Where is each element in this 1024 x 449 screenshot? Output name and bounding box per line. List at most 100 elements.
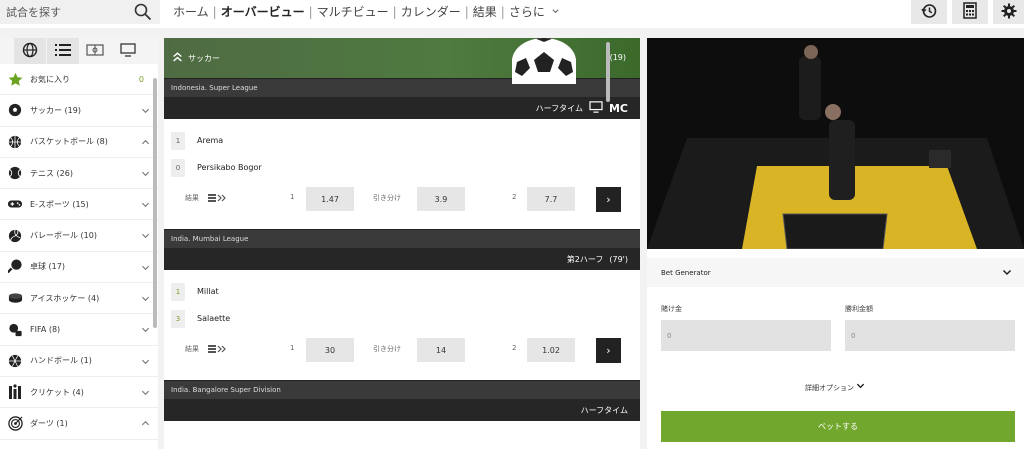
main-nav: ホーム | オーバービュー | マルチビュー | カレンダー | 結果 | さらに bbox=[170, 3, 563, 20]
sidebar-item-volleyball[interactable]: バレーボール (10) bbox=[0, 220, 158, 252]
chevron-down-icon[interactable] bbox=[548, 5, 563, 19]
team-score: 0 bbox=[171, 158, 185, 177]
sidebar-item-handball[interactable]: ハンドボール (1) bbox=[0, 346, 158, 377]
tab-field[interactable] bbox=[79, 38, 111, 64]
team-name: Millat bbox=[197, 287, 219, 296]
settings-button[interactable] bbox=[993, 0, 1024, 24]
team-name: Arema bbox=[197, 136, 224, 145]
draw-label: 引き分け bbox=[373, 345, 401, 353]
chevron-down-icon[interactable] bbox=[141, 294, 150, 305]
chevron-down-icon[interactable] bbox=[141, 357, 150, 368]
cricket-icon bbox=[6, 384, 24, 400]
stake-input[interactable]: 0 bbox=[661, 320, 831, 351]
sidebar-scrollbar[interactable] bbox=[153, 78, 157, 328]
team-name: Salaette bbox=[197, 314, 231, 323]
nav-calendar[interactable]: カレンダー bbox=[398, 3, 464, 20]
sidebar-item-fifa[interactable]: FIFA (8) bbox=[0, 314, 158, 346]
search-input[interactable]: 試合を探す bbox=[0, 0, 160, 24]
sidebar-item-basketball[interactable]: バスケットボール (8) bbox=[0, 127, 158, 158]
match-center-label[interactable]: MC bbox=[609, 102, 628, 115]
sidebar-item-darts[interactable]: ダーツ (1) bbox=[0, 408, 158, 440]
nav-results[interactable]: 結果 bbox=[470, 3, 500, 20]
sidebar-item-ice-hockey[interactable]: アイスホッケー (4) bbox=[0, 283, 158, 315]
team-row[interactable]: 3 Salaette bbox=[164, 305, 640, 332]
dartboard-icon bbox=[6, 416, 24, 431]
odds-button-draw[interactable]: 14 bbox=[417, 338, 465, 362]
chevron-up-icon[interactable] bbox=[141, 419, 150, 430]
tv-icon[interactable] bbox=[589, 101, 603, 115]
team-row[interactable]: 0 Persikabo Bogor bbox=[164, 154, 640, 181]
win-amount-field: 0 bbox=[845, 320, 1015, 351]
result-label: 結果 bbox=[185, 345, 199, 353]
team-row[interactable]: 1 Millat bbox=[164, 278, 640, 305]
events-scrollbar[interactable] bbox=[606, 42, 610, 102]
odds-button-home[interactable]: 1.47 bbox=[306, 187, 354, 211]
league-header[interactable]: India. Bangalore Super Division bbox=[164, 380, 640, 399]
chevron-down-icon[interactable] bbox=[141, 106, 150, 117]
match-period-bar: 第2ハーフ (79') bbox=[164, 248, 640, 270]
result-label: 結果 bbox=[185, 194, 199, 202]
odd2-label: 2 bbox=[512, 193, 517, 201]
calculator-icon bbox=[963, 2, 977, 22]
odd2-label: 2 bbox=[512, 344, 517, 352]
history-icon bbox=[921, 3, 937, 22]
bet-generator-title: Bet Generator bbox=[661, 268, 711, 277]
ping-pong-icon bbox=[6, 259, 24, 274]
sport-header[interactable]: サッカー (19) bbox=[164, 38, 640, 84]
sidebar-item-soccer[interactable]: サッカー (19) bbox=[0, 95, 158, 127]
odds-row: 結果 1 30 引き分け 14 2 1.02 › bbox=[164, 332, 640, 372]
match-time: (79') bbox=[609, 254, 628, 264]
place-bet-button[interactable]: ベットする bbox=[661, 411, 1015, 442]
odds-button-away[interactable]: 1.02 bbox=[527, 338, 575, 362]
chevron-down-icon[interactable] bbox=[1002, 267, 1012, 279]
nav-overview[interactable]: オーバービュー bbox=[218, 3, 308, 20]
field-icon bbox=[86, 43, 104, 59]
sidebar-item-cricket[interactable]: クリケット (4) bbox=[0, 377, 158, 409]
fifa-icon bbox=[6, 323, 24, 337]
league-header[interactable]: India. Mumbai League bbox=[164, 229, 640, 248]
odds-button-home[interactable]: 30 bbox=[306, 338, 354, 362]
chevron-down-icon[interactable] bbox=[141, 169, 150, 180]
match-period-bar: ハーフタイム MC bbox=[164, 97, 640, 119]
chevron-up-icon[interactable] bbox=[141, 138, 150, 149]
advanced-options-toggle[interactable]: 詳細オプション bbox=[805, 381, 865, 393]
chevron-down-icon[interactable] bbox=[141, 200, 150, 211]
tab-all-sports[interactable] bbox=[14, 38, 47, 64]
bet-generator-header[interactable]: Bet Generator bbox=[647, 258, 1024, 287]
basketball-icon bbox=[6, 135, 24, 149]
tennis-ball-icon bbox=[6, 166, 24, 180]
more-markets-button[interactable]: › bbox=[596, 187, 621, 212]
stats-icon[interactable] bbox=[208, 344, 228, 356]
nav-home[interactable]: ホーム bbox=[170, 3, 212, 20]
history-button[interactable] bbox=[911, 0, 947, 24]
globe-icon bbox=[22, 42, 38, 61]
list-icon bbox=[54, 43, 71, 60]
calculator-button[interactable] bbox=[952, 0, 988, 24]
win-amount-label: 勝利金額 bbox=[845, 305, 873, 313]
stats-icon[interactable] bbox=[208, 193, 228, 205]
more-markets-button[interactable]: › bbox=[596, 338, 621, 363]
sidebar-tabs bbox=[0, 38, 158, 64]
chevron-down-icon[interactable] bbox=[141, 231, 150, 242]
sidebar-item-esports[interactable]: E-スポーツ (15) bbox=[0, 189, 158, 221]
chevron-down-icon[interactable] bbox=[141, 388, 150, 399]
odds-button-away[interactable]: 7.7 bbox=[527, 187, 575, 211]
odds-button-draw[interactable]: 3.9 bbox=[417, 187, 465, 211]
nav-multiview[interactable]: マルチビュー bbox=[314, 3, 392, 20]
advanced-options-label: 詳細オプション bbox=[805, 384, 854, 392]
sports-sidebar: お気に入り 0 サッカー (19) バスケットボール (8) テニス (26) … bbox=[0, 38, 158, 449]
odd1-label: 1 bbox=[290, 344, 295, 352]
sidebar-item-favorites[interactable]: お気に入り 0 bbox=[0, 64, 158, 96]
nav-more[interactable]: さらに bbox=[506, 3, 548, 20]
chevron-down-icon[interactable] bbox=[141, 263, 150, 274]
chevron-down-icon[interactable] bbox=[141, 325, 150, 336]
sport-title: サッカー bbox=[188, 53, 220, 63]
tab-list[interactable] bbox=[46, 38, 79, 64]
team-row[interactable]: 1 Arema bbox=[164, 127, 640, 154]
sidebar-item-tennis[interactable]: テニス (26) bbox=[0, 158, 158, 190]
live-video-player[interactable] bbox=[647, 38, 1024, 249]
sidebar-item-table-tennis[interactable]: 卓球 (17) bbox=[0, 252, 158, 284]
search-icon[interactable] bbox=[134, 3, 152, 24]
chevrons-up-icon[interactable] bbox=[172, 51, 183, 64]
tab-tv[interactable] bbox=[112, 38, 144, 64]
